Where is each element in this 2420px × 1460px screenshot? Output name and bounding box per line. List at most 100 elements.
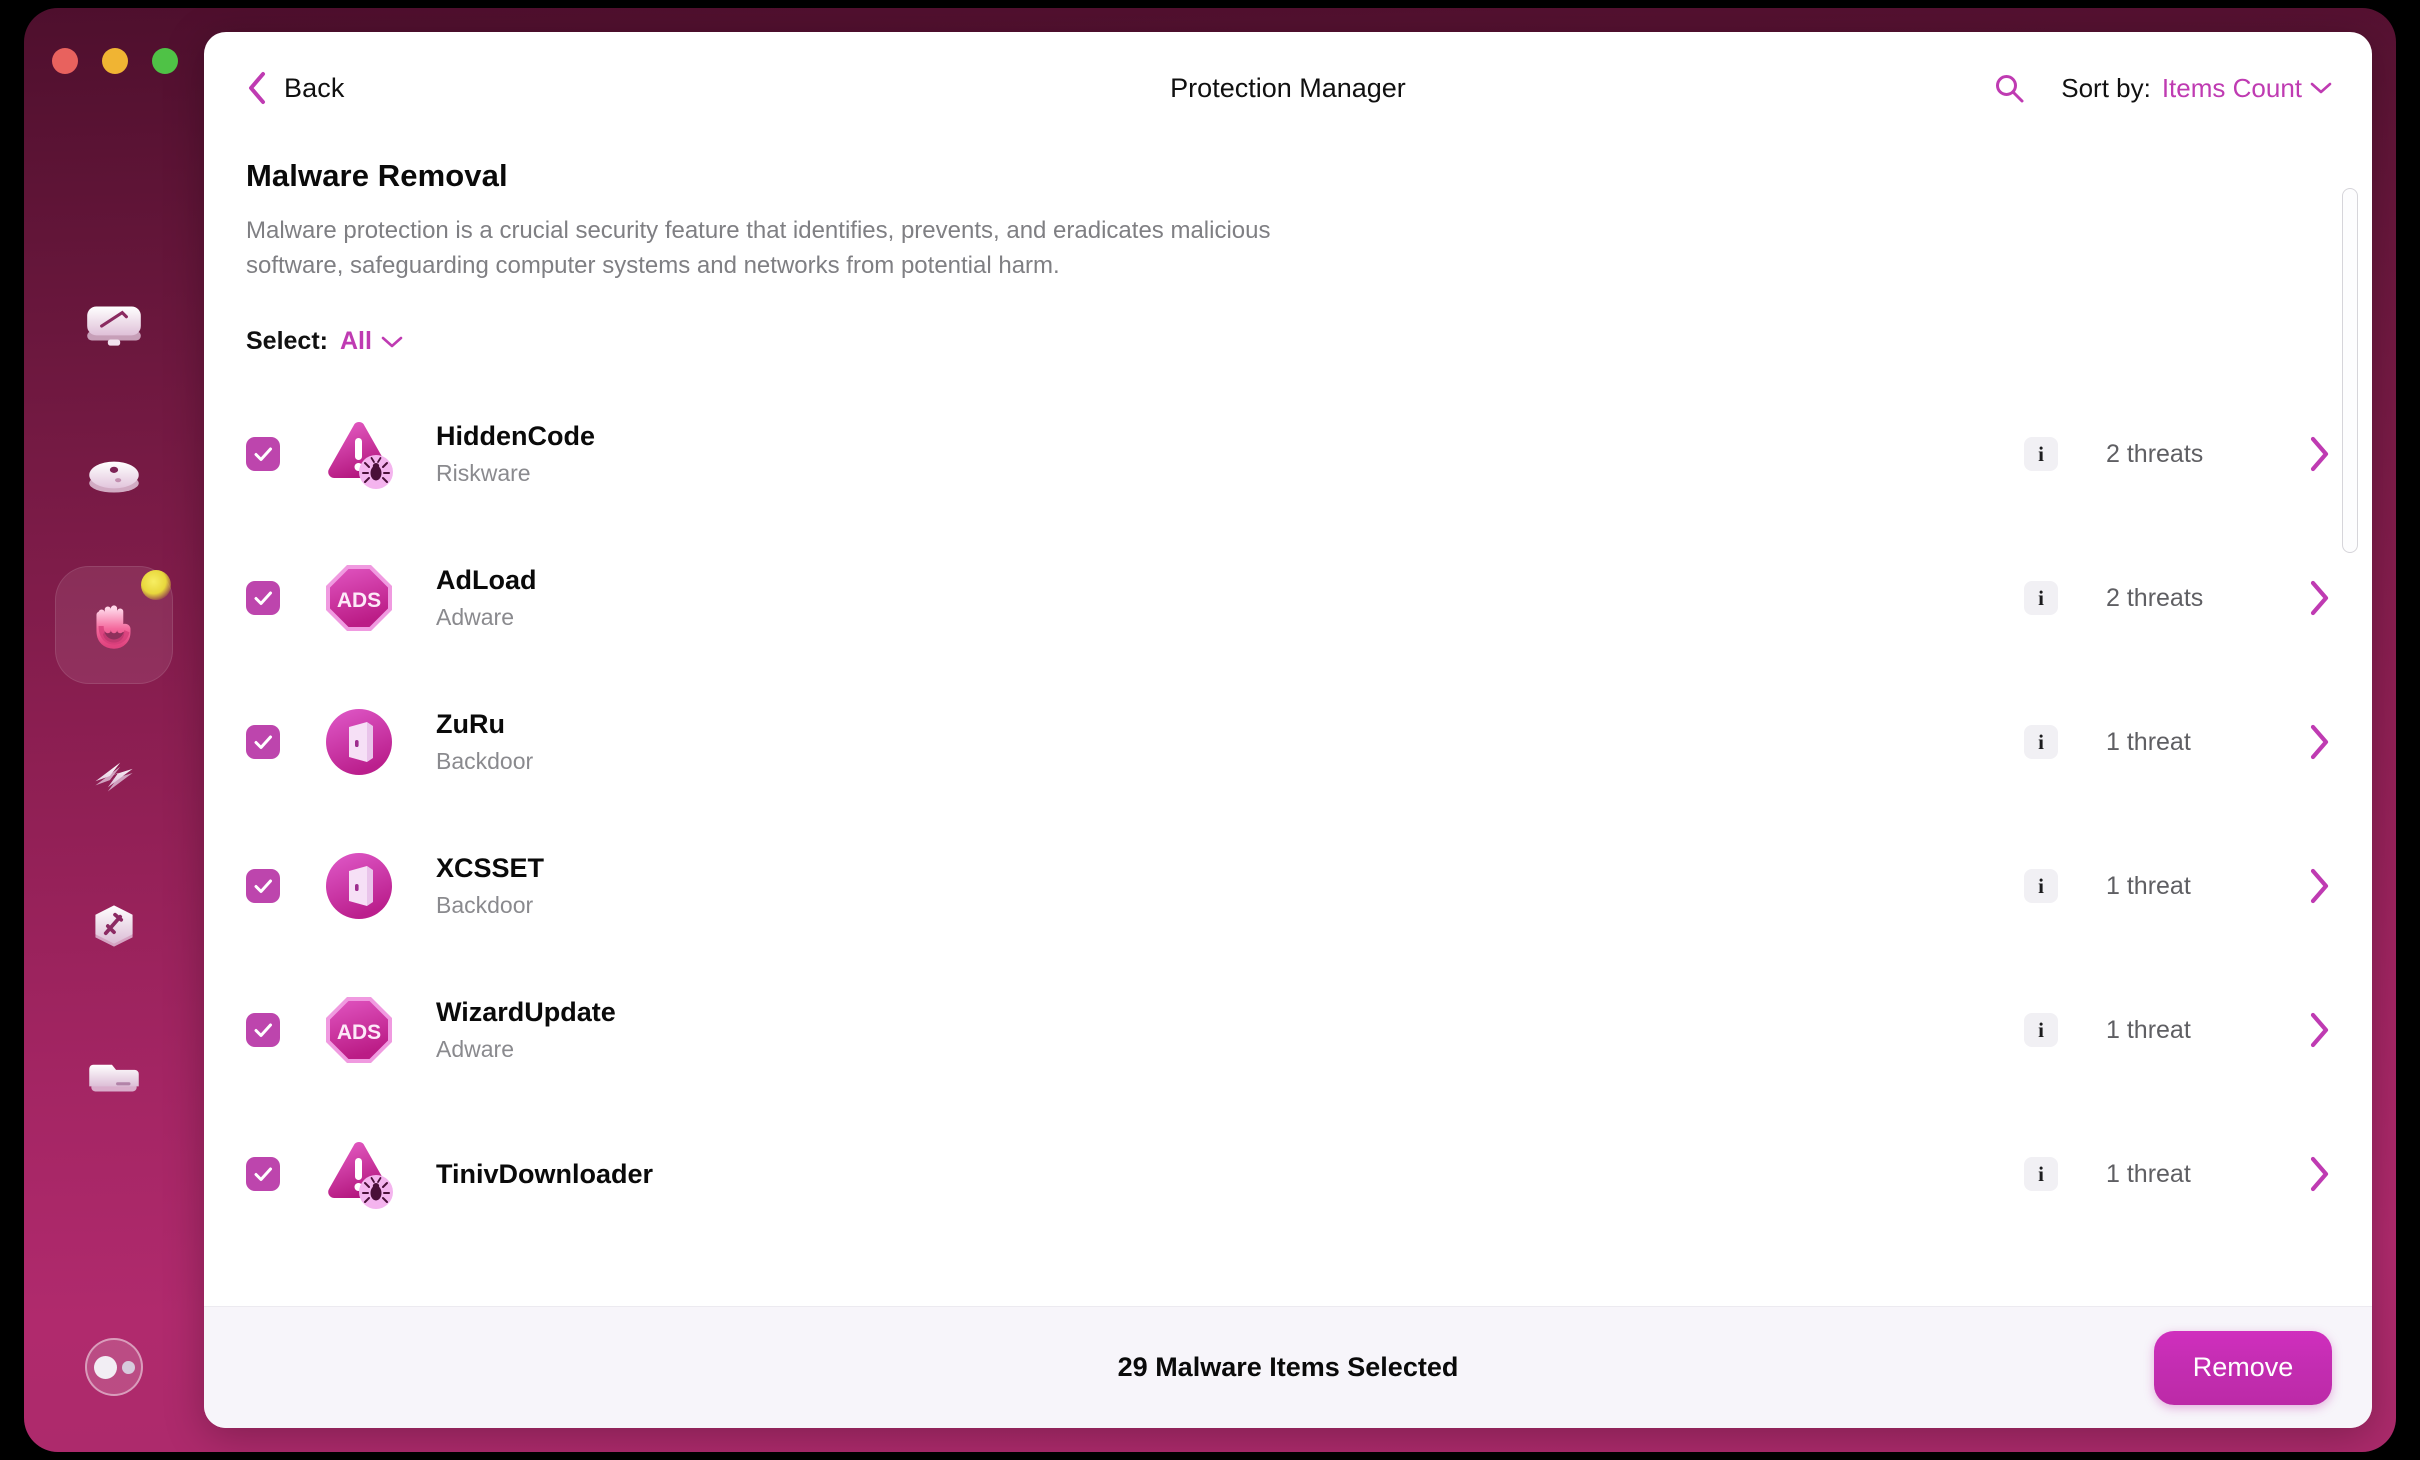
malware-type: Adware [436, 1036, 514, 1063]
malware-type-icon-wrap [322, 1137, 396, 1211]
header-actions: Sort by: Items Count [1993, 72, 2332, 104]
malware-row-text: HiddenCode Riskware [436, 421, 595, 487]
sort-by-label: Sort by: [2061, 72, 2151, 103]
desktop-background: Back Protection Manager Sort by: Items C… [0, 0, 2420, 1460]
sidebar-item-speed[interactable] [55, 716, 173, 834]
avatar-dot-large [93, 1355, 117, 1379]
footer-bar: 29 Malware Items Selected Remove [204, 1306, 2372, 1428]
section-description: Malware protection is a crucial security… [246, 217, 1271, 279]
malware-row-meta: i 2 threats [2024, 579, 2332, 617]
malware-row-meta: i 1 threat [2024, 867, 2332, 905]
protection-status-badge [141, 570, 171, 600]
malware-row-text: ZuRu Backdoor [436, 709, 533, 775]
malware-info-button[interactable]: i [2024, 869, 2058, 904]
check-icon [252, 443, 274, 465]
chevron-right-icon[interactable] [2306, 435, 2332, 473]
malware-info-button[interactable]: i [2024, 725, 2058, 760]
speed-lightning-icon [95, 762, 133, 792]
malware-info-button[interactable]: i [2024, 1157, 2058, 1192]
scrollbar-thumb[interactable] [2342, 188, 2358, 553]
chevron-right-icon[interactable] [2306, 723, 2332, 761]
malware-type-icon-wrap [322, 849, 396, 923]
malware-type-icon-wrap [322, 561, 396, 635]
back-label: Back [284, 72, 345, 103]
malware-row[interactable]: AdLoad Adware i 2 threats [246, 526, 2332, 670]
scrollbar-track [2342, 188, 2358, 1306]
chevron-right-icon[interactable] [2306, 867, 2332, 905]
malware-type: Riskware [436, 460, 531, 487]
backdoor-door-icon [322, 849, 396, 923]
malware-info-button[interactable]: i [2024, 1013, 2058, 1048]
malware-type-icon-wrap [322, 993, 396, 1067]
malware-row[interactable]: HiddenCode Riskware i 2 threats [246, 382, 2332, 526]
sort-by-dropdown[interactable]: Items Count [2162, 73, 2332, 104]
malware-threat-count: 1 threat [2106, 1015, 2191, 1044]
malware-row-checkbox[interactable] [246, 869, 280, 904]
select-label: Select: [246, 327, 328, 356]
zoom-window-button[interactable] [152, 48, 178, 74]
malware-info-button[interactable]: i [2024, 581, 2058, 616]
malware-row-text: AdLoad Adware [436, 565, 537, 631]
minimize-window-button[interactable] [102, 48, 128, 74]
malware-row[interactable]: XCSSET Backdoor i 1 threat [246, 814, 2332, 958]
malware-row-checkbox[interactable] [246, 1157, 280, 1192]
window-traffic-lights [52, 48, 178, 74]
malware-row[interactable]: TinivDownloader i 1 threat [246, 1102, 2332, 1246]
malware-row[interactable]: WizardUpdate Adware i 1 threat [246, 958, 2332, 1102]
sidebar-dock [24, 8, 204, 1452]
malware-threat-count: 1 threat [2106, 1159, 2191, 1188]
malware-type: Backdoor [436, 892, 534, 919]
back-button[interactable]: Back [246, 71, 344, 105]
select-control: Select: All [246, 327, 2332, 356]
select-value: All [339, 327, 372, 356]
remove-button[interactable]: Remove [2154, 1330, 2332, 1405]
sidebar-item-protection[interactable] [55, 566, 173, 684]
sidebar-item-applications[interactable] [55, 866, 173, 984]
chevron-down-icon [2310, 82, 2332, 94]
malware-row-checkbox[interactable] [246, 1013, 280, 1048]
warning-triangle-bug-icon [322, 417, 396, 491]
smart-scan-icon [87, 306, 141, 346]
malware-threat-count: 2 threats [2106, 439, 2204, 468]
protection-hand-icon [96, 605, 131, 649]
card-body: Malware Removal Malware protection is a … [204, 144, 2372, 1306]
ads-octagon-icon [322, 561, 396, 635]
malware-type-icon-wrap [322, 705, 396, 779]
ads-octagon-icon [322, 993, 396, 1067]
malware-threat-count: 2 threats [2106, 583, 2204, 612]
chevron-right-icon[interactable] [2306, 1011, 2332, 1049]
malware-info-button[interactable]: i [2024, 437, 2058, 472]
malware-name: WizardUpdate [436, 997, 616, 1028]
close-window-button[interactable] [52, 48, 78, 74]
malware-type: Backdoor [436, 748, 534, 775]
account-avatar-icon[interactable] [85, 1338, 143, 1396]
check-icon [252, 875, 274, 897]
applications-hexagon-icon [95, 905, 133, 947]
malware-threat-count: 1 threat [2106, 871, 2191, 900]
malware-row[interactable]: ZuRu Backdoor i 1 threat [246, 670, 2332, 814]
malware-row-checkbox[interactable] [246, 437, 280, 472]
section-title: Malware Removal [246, 158, 508, 193]
malware-row-meta: i 1 threat [2024, 1011, 2332, 1049]
malware-row-checkbox[interactable] [246, 725, 280, 760]
sidebar-item-smart-scan[interactable] [55, 266, 173, 384]
malware-row-meta: i 1 threat [2024, 723, 2332, 761]
sort-by-value: Items Count [2161, 72, 2302, 103]
malware-row-checkbox[interactable] [246, 581, 280, 616]
sidebar-item-my-clutter[interactable] [55, 1016, 173, 1134]
selection-status: 29 Malware Items Selected [1117, 1352, 1459, 1382]
check-icon [252, 731, 274, 753]
malware-name: ZuRu [436, 709, 505, 740]
select-dropdown[interactable]: All [340, 327, 403, 356]
chevron-left-icon [249, 72, 265, 104]
search-icon[interactable] [1993, 72, 2025, 104]
main-card: Back Protection Manager Sort by: Items C… [204, 32, 2372, 1428]
chevron-right-icon[interactable] [2306, 1155, 2332, 1193]
sidebar-item-cleanup[interactable] [55, 416, 173, 534]
malware-row-text: WizardUpdate Adware [436, 997, 616, 1063]
chevron-right-icon[interactable] [2306, 579, 2332, 617]
malware-name: HiddenCode [436, 421, 595, 452]
my-clutter-folder-icon [89, 1064, 139, 1092]
sidebar-account[interactable] [85, 1338, 143, 1396]
malware-name: XCSSET [436, 853, 545, 884]
